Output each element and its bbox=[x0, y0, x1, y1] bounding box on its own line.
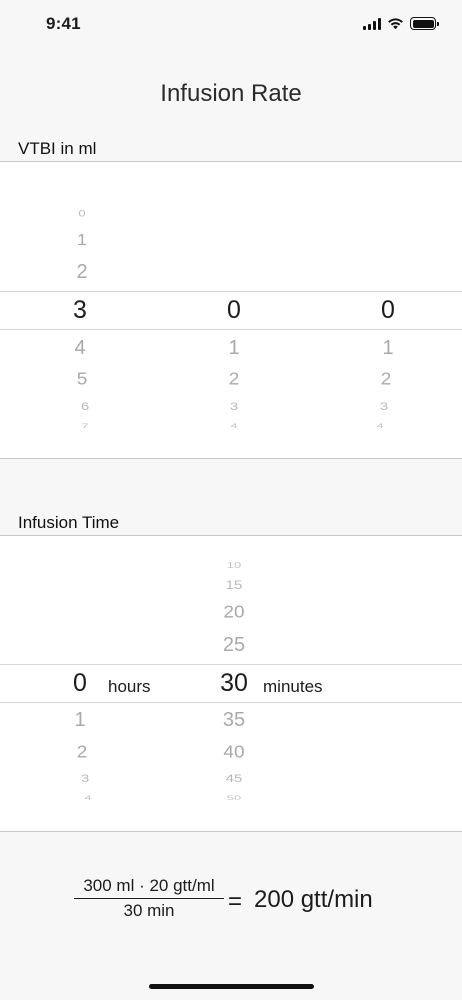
wheel-item[interactable]: 5 bbox=[52, 370, 112, 390]
wheel-item[interactable]: 4 bbox=[50, 337, 110, 360]
wheel-item[interactable]: 40 bbox=[204, 743, 264, 763]
wheel-item[interactable]: 1 bbox=[50, 709, 110, 732]
wheel-item[interactable]: 2 bbox=[356, 370, 416, 390]
formula-denominator: 30 min bbox=[123, 901, 175, 920]
hours-unit-label: hours bbox=[108, 677, 151, 696]
wheel-item[interactable]: 15 bbox=[204, 579, 264, 593]
wheel-item[interactable]: 1 bbox=[52, 232, 112, 250]
wheel-item[interactable]: 2 bbox=[52, 261, 112, 284]
wheel-item[interactable]: 25 bbox=[204, 634, 264, 657]
vtbi-label: VTBI in ml bbox=[18, 139, 97, 158]
home-indicator[interactable] bbox=[149, 984, 314, 989]
wheel-item[interactable]: 3 bbox=[204, 400, 264, 413]
wheel-item[interactable]: 10 bbox=[204, 561, 264, 570]
rate-formula: 300 ml · 20 gtt/ml 30 min = 200 gtt/min bbox=[0, 876, 462, 926]
minutes-unit-label: minutes bbox=[263, 677, 323, 696]
infusion-time-label: Infusion Time bbox=[18, 513, 120, 532]
wheel-item-selected[interactable]: 30 bbox=[204, 669, 264, 698]
formula-equals: = bbox=[228, 888, 243, 915]
page-title: Infusion Rate bbox=[160, 80, 302, 107]
formula-result: 200 gtt/min bbox=[254, 886, 373, 913]
cellular-signal-icon bbox=[363, 17, 381, 30]
wheel-item[interactable]: 3 bbox=[55, 772, 115, 785]
wheel-item[interactable]: 45 bbox=[204, 772, 264, 785]
wheel-item[interactable]: 2 bbox=[52, 743, 112, 763]
wheel-item[interactable]: 35 bbox=[204, 709, 264, 732]
wheel-item[interactable]: 3 bbox=[354, 400, 414, 413]
formula-numerator: 300 ml · 20 gtt/ml bbox=[74, 876, 224, 899]
wheel-item[interactable]: 4 bbox=[204, 422, 264, 430]
wheel-item[interactable]: 1 bbox=[358, 337, 418, 360]
wheel-item[interactable]: 2 bbox=[204, 370, 264, 390]
wheel-item[interactable]: 6 bbox=[55, 400, 115, 413]
wheel-item-selected[interactable]: 0 bbox=[204, 296, 264, 325]
wheel-item[interactable]: 1 bbox=[204, 337, 264, 360]
vtbi-picker[interactable]: 0 1 2 3 4 5 6 7 0 1 2 3 4 0 1 2 3 4 bbox=[0, 161, 462, 459]
infusion-time-picker[interactable]: 0 1 2 3 4 hours 10 15 20 25 30 35 40 45 … bbox=[0, 535, 462, 832]
wheel-item[interactable]: 20 bbox=[204, 603, 264, 623]
wheel-item-selected[interactable]: 0 bbox=[50, 669, 110, 698]
wheel-item[interactable]: 7 bbox=[55, 422, 115, 430]
wheel-item[interactable]: 0 bbox=[52, 208, 112, 219]
wifi-icon bbox=[388, 18, 403, 30]
battery-icon bbox=[410, 17, 439, 30]
wheel-item-selected[interactable]: 3 bbox=[50, 296, 110, 325]
wheel-item[interactable]: 4 bbox=[350, 422, 410, 430]
wheel-item[interactable]: 50 bbox=[204, 794, 264, 802]
wheel-item-selected[interactable]: 0 bbox=[358, 296, 418, 325]
status-time: 9:41 bbox=[46, 14, 81, 33]
status-icons bbox=[363, 17, 439, 30]
wheel-item[interactable]: 4 bbox=[58, 794, 118, 802]
formula-fraction: 300 ml · 20 gtt/ml 30 min bbox=[74, 876, 224, 921]
